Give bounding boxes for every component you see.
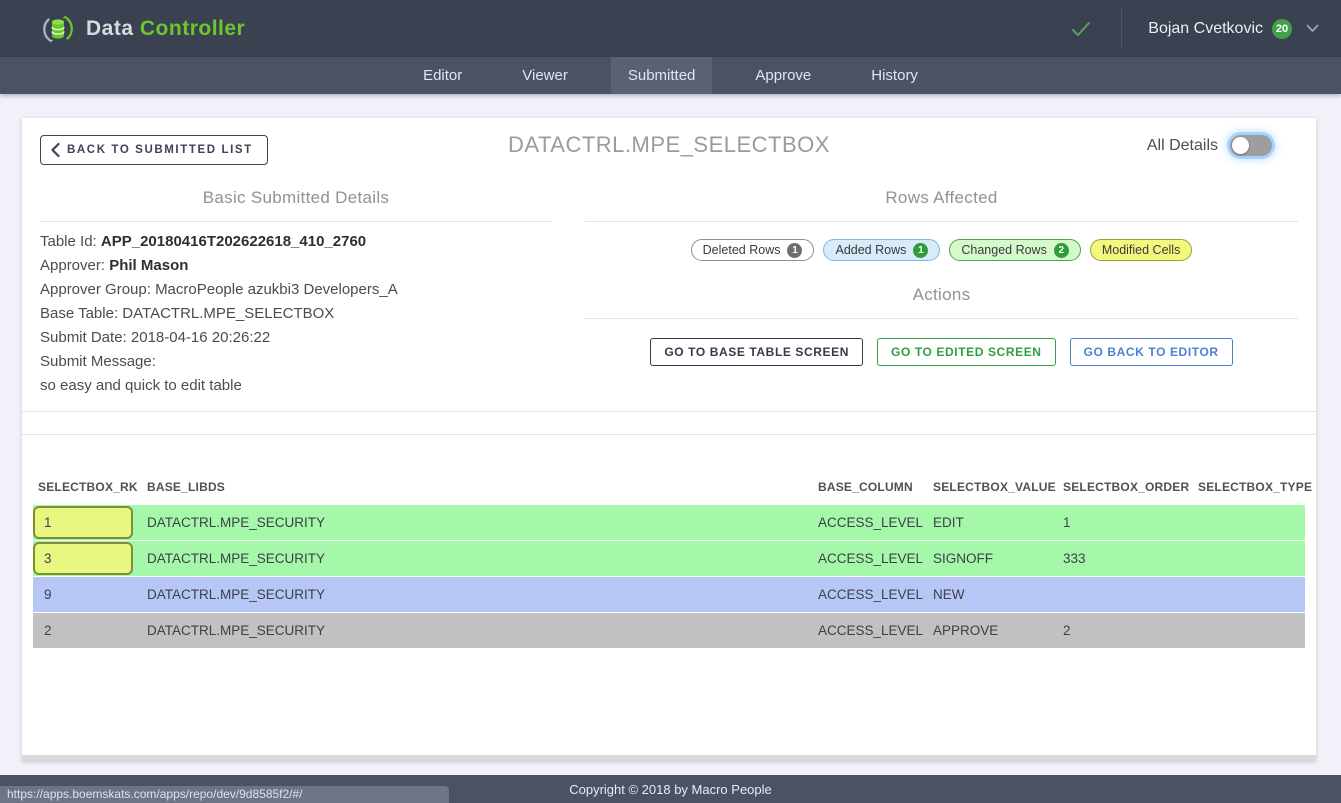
- actions-buttons: GO TO BASE TABLE SCREEN GO TO EDITED SCR…: [585, 319, 1298, 366]
- actions-heading: Actions: [585, 261, 1298, 305]
- card-header: BACK TO SUBMITTED LIST DATACTRL.MPE_SELE…: [22, 118, 1316, 180]
- tab-history[interactable]: History: [854, 57, 935, 94]
- modified-cells-pill: Modified Cells: [1090, 239, 1193, 261]
- table-row[interactable]: 3 DATACTRL.MPE_SECURITY ACCESS_LEVEL SIG…: [33, 541, 1305, 576]
- user-count-badge: 20: [1272, 19, 1292, 39]
- table-row[interactable]: 9 DATACTRL.MPE_SECURITY ACCESS_LEVEL NEW: [33, 577, 1305, 612]
- changed-rows-pill: Changed Rows 2: [949, 239, 1080, 261]
- toggle-knob: [1232, 137, 1249, 154]
- copyright-text: Copyright © 2018 by Macro People: [569, 782, 772, 797]
- modified-cell[interactable]: 3: [33, 542, 133, 575]
- col-base-column: BASE_COLUMN: [818, 448, 933, 504]
- col-selectbox-value: SELECTBOX_VALUE: [933, 448, 1063, 504]
- table-row[interactable]: 1 DATACTRL.MPE_SECURITY ACCESS_LEVEL EDI…: [33, 505, 1305, 540]
- table-id-value: APP_20180416T202622618_410_2760: [101, 233, 366, 250]
- col-selectbox-rk: SELECTBOX_RK: [33, 448, 147, 504]
- approver-value: Phil Mason: [109, 257, 188, 274]
- submit-date-row: Submit Date: 2018-04-16 20:26:22: [40, 326, 552, 350]
- submitted-detail-card: BACK TO SUBMITTED LIST DATACTRL.MPE_SELE…: [22, 118, 1316, 761]
- basic-details-section: Basic Submitted Details Table Id: APP_20…: [22, 180, 552, 398]
- page-title: DATACTRL.MPE_SELECTBOX: [22, 132, 1316, 158]
- base-table-value: DATACTRL.MPE_SELECTBOX: [122, 305, 334, 322]
- status-check-icon: [1069, 17, 1093, 41]
- submit-message-label: Submit Message:: [40, 350, 552, 374]
- added-rows-pill: Added Rows 1: [823, 239, 940, 261]
- main-nav: Editor Viewer Submitted Approve History: [0, 57, 1341, 94]
- tab-submitted[interactable]: Submitted: [611, 57, 713, 94]
- all-details-label: All Details: [1147, 137, 1218, 155]
- collapsed-section-band: [22, 412, 1316, 434]
- submit-date-value: 2018-04-16 20:26:22: [131, 329, 270, 346]
- chevron-down-icon[interactable]: [1306, 24, 1319, 33]
- deleted-rows-pill: Deleted Rows 1: [691, 239, 815, 261]
- go-to-base-table-button[interactable]: GO TO BASE TABLE SCREEN: [650, 338, 863, 366]
- browser-status-url: https://apps.boemskats.com/apps/repo/dev…: [0, 786, 449, 803]
- added-rows-count: 1: [913, 243, 928, 258]
- approver-row: Approver: Phil Mason: [40, 254, 552, 278]
- tab-viewer[interactable]: Viewer: [505, 57, 585, 94]
- approver-group-row: Approver Group: MacroPeople azukbi3 Deve…: [40, 278, 552, 302]
- submitted-rows-table: SELECTBOX_RK BASE_LIBDS BASE_COLUMN SELE…: [33, 447, 1305, 649]
- base-table-row: Base Table: DATACTRL.MPE_SELECTBOX: [40, 302, 552, 326]
- app-title: Data Controller: [86, 17, 245, 41]
- col-selectbox-order: SELECTBOX_ORDER: [1063, 448, 1198, 504]
- rows-affected-heading: Rows Affected: [585, 180, 1298, 208]
- table-id-row: Table Id: APP_20180416T202622618_410_276…: [40, 230, 552, 254]
- submit-message-value: so easy and quick to edit table: [40, 374, 552, 398]
- topbar: Data Controller Bojan Cvetkovic 20: [0, 0, 1341, 57]
- rows-affected-section: Rows Affected Deleted Rows 1 Added Rows …: [552, 180, 1316, 398]
- modified-cell[interactable]: 1: [33, 506, 133, 539]
- tab-editor[interactable]: Editor: [406, 57, 479, 94]
- col-base-libds: BASE_LIBDS: [147, 448, 818, 504]
- changed-rows-count: 2: [1054, 243, 1069, 258]
- user-name[interactable]: Bojan Cvetkovic: [1148, 20, 1263, 38]
- all-details-toggle[interactable]: [1230, 135, 1272, 156]
- approver-group-value: MacroPeople azukbi3 Developers_A: [155, 281, 398, 298]
- tab-approve[interactable]: Approve: [738, 57, 828, 94]
- submitted-rows-table-wrap: SELECTBOX_RK BASE_LIBDS BASE_COLUMN SELE…: [22, 435, 1316, 649]
- table-row[interactable]: 2 DATACTRL.MPE_SECURITY ACCESS_LEVEL APP…: [33, 613, 1305, 648]
- database-sync-icon: [40, 11, 76, 47]
- go-to-edited-screen-button[interactable]: GO TO EDITED SCREEN: [877, 338, 1056, 366]
- app-logo[interactable]: Data Controller: [40, 11, 245, 47]
- table-header-row: SELECTBOX_RK BASE_LIBDS BASE_COLUMN SELE…: [33, 448, 1305, 504]
- topbar-divider: [1121, 9, 1122, 49]
- go-back-to-editor-button[interactable]: GO BACK TO EDITOR: [1070, 338, 1233, 366]
- basic-details-heading: Basic Submitted Details: [40, 180, 552, 208]
- deleted-rows-count: 1: [787, 243, 802, 258]
- rows-affected-legend: Deleted Rows 1 Added Rows 1 Changed Rows…: [585, 222, 1298, 261]
- all-details-control: All Details: [1147, 135, 1272, 156]
- col-selectbox-type: SELECTBOX_TYPE: [1198, 448, 1305, 504]
